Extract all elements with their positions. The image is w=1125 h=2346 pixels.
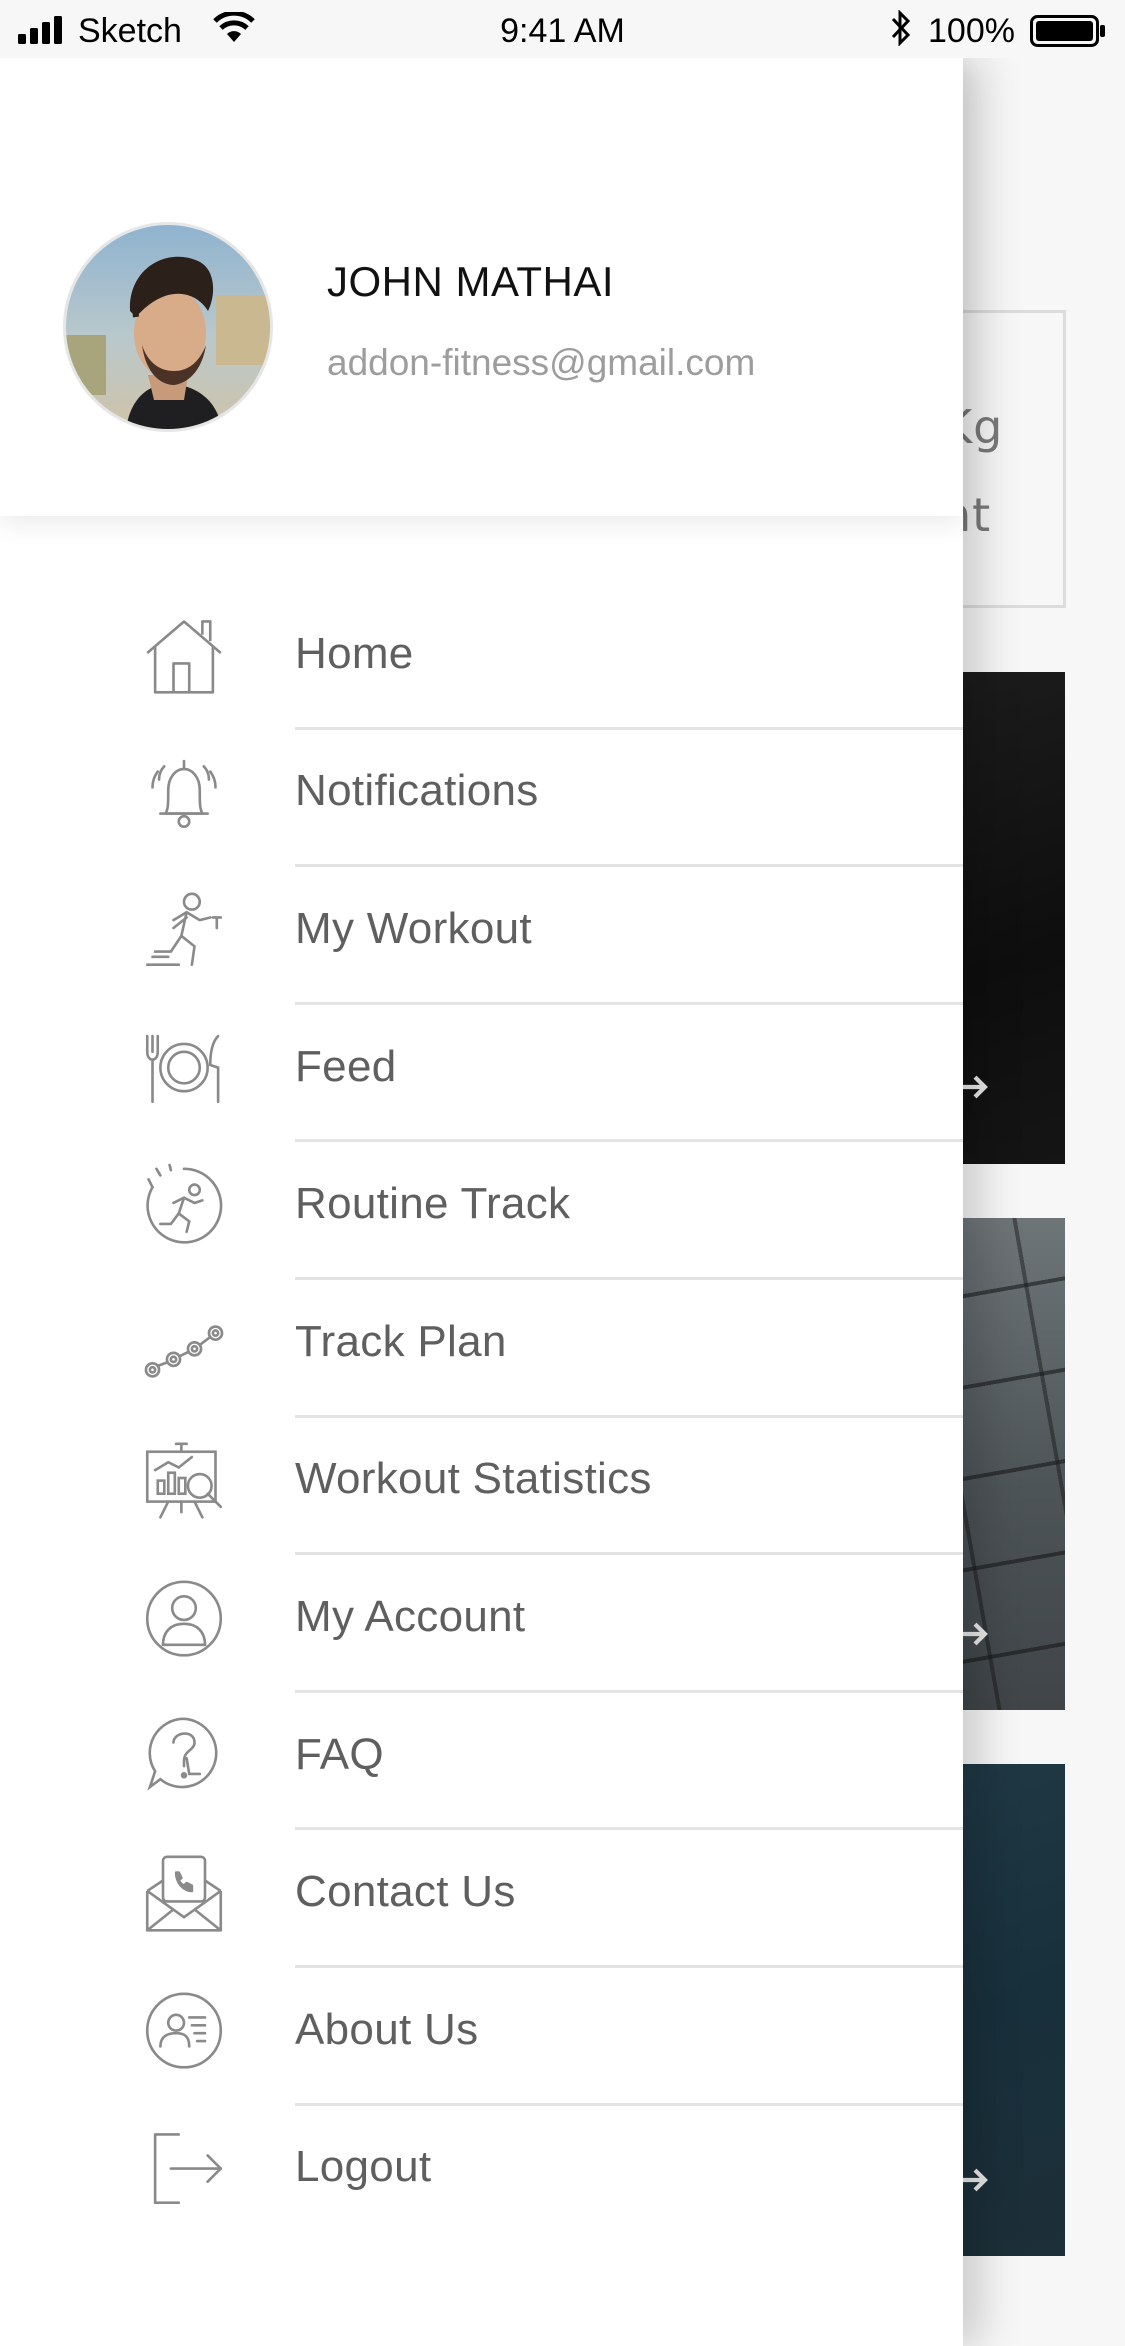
profile-photo: [66, 225, 270, 429]
menu-item-label: Routine Track: [295, 1179, 571, 1229]
battery-percentage: 100%: [928, 12, 1015, 50]
user-email: addon-fitness@gmail.com: [327, 342, 756, 383]
menu-item-label: Notifications: [295, 766, 539, 816]
menu-item-label: My Workout: [295, 903, 532, 953]
plate-cutlery-icon: [142, 1026, 226, 1110]
menu-item-notifications[interactable]: Notifications: [0, 730, 963, 868]
user-circle-icon: [142, 1576, 226, 1660]
menu-item-label: FAQ: [295, 1729, 384, 1779]
menu-item-label: My Account: [295, 1591, 526, 1641]
arrow-right-icon: [962, 2168, 988, 2192]
bell-icon: [142, 751, 226, 835]
menu-item-feed[interactable]: Feed: [0, 1005, 963, 1143]
menu-item-contact-us[interactable]: Contact Us: [0, 1830, 963, 1968]
track-nodes-icon: [142, 1301, 226, 1385]
menu-item-label: Home: [295, 628, 414, 678]
profile-header[interactable]: JOHN MATHAI addon-fitness@gmail.com: [0, 58, 963, 516]
bluetooth-icon: [891, 10, 911, 46]
menu-item-label: Track Plan: [295, 1316, 507, 1366]
home-icon: [142, 613, 226, 697]
runner-icon: [142, 888, 226, 972]
menu-item-logout[interactable]: Logout: [0, 2106, 963, 2244]
question-bubble-icon: [142, 1714, 226, 1798]
drawer-menu: Home Notifications My Workout Feed Routi…: [0, 592, 963, 2243]
avatar[interactable]: [63, 222, 273, 432]
arrow-right-icon: [962, 1622, 988, 1646]
menu-item-label: Feed: [295, 1041, 397, 1091]
battery-icon: [1030, 15, 1105, 47]
menu-item-my-account[interactable]: My Account: [0, 1555, 963, 1693]
menu-item-home[interactable]: Home: [0, 592, 963, 730]
menu-item-track-plan[interactable]: Track Plan: [0, 1280, 963, 1418]
chart-board-icon: [142, 1439, 226, 1523]
logout-icon: [142, 2127, 226, 2211]
menu-item-workout-statistics[interactable]: Workout Statistics: [0, 1418, 963, 1556]
stopwatch-runner-icon: [142, 1163, 226, 1248]
navigation-drawer: JOHN MATHAI addon-fitness@gmail.com Home: [0, 58, 963, 2346]
menu-item-label: Contact Us: [295, 1867, 516, 1917]
menu-item-label: About Us: [295, 2004, 479, 2054]
menu-item-faq[interactable]: FAQ: [0, 1693, 963, 1831]
user-name: JOHN MATHAI: [327, 258, 615, 305]
menu-item-about-us[interactable]: About Us: [0, 1968, 963, 2106]
menu-item-my-workout[interactable]: My Workout: [0, 867, 963, 1005]
arrow-right-icon: [962, 1075, 988, 1099]
menu-item-label: Logout: [295, 2142, 432, 2192]
phone-envelope-icon: [142, 1851, 226, 1935]
id-card-circle-icon: [142, 1989, 226, 2073]
status-bar: Sketch 9:41 AM 100%: [0, 0, 1125, 58]
menu-item-label: Workout Statistics: [295, 1454, 652, 1504]
menu-item-routine-track[interactable]: Routine Track: [0, 1142, 963, 1280]
